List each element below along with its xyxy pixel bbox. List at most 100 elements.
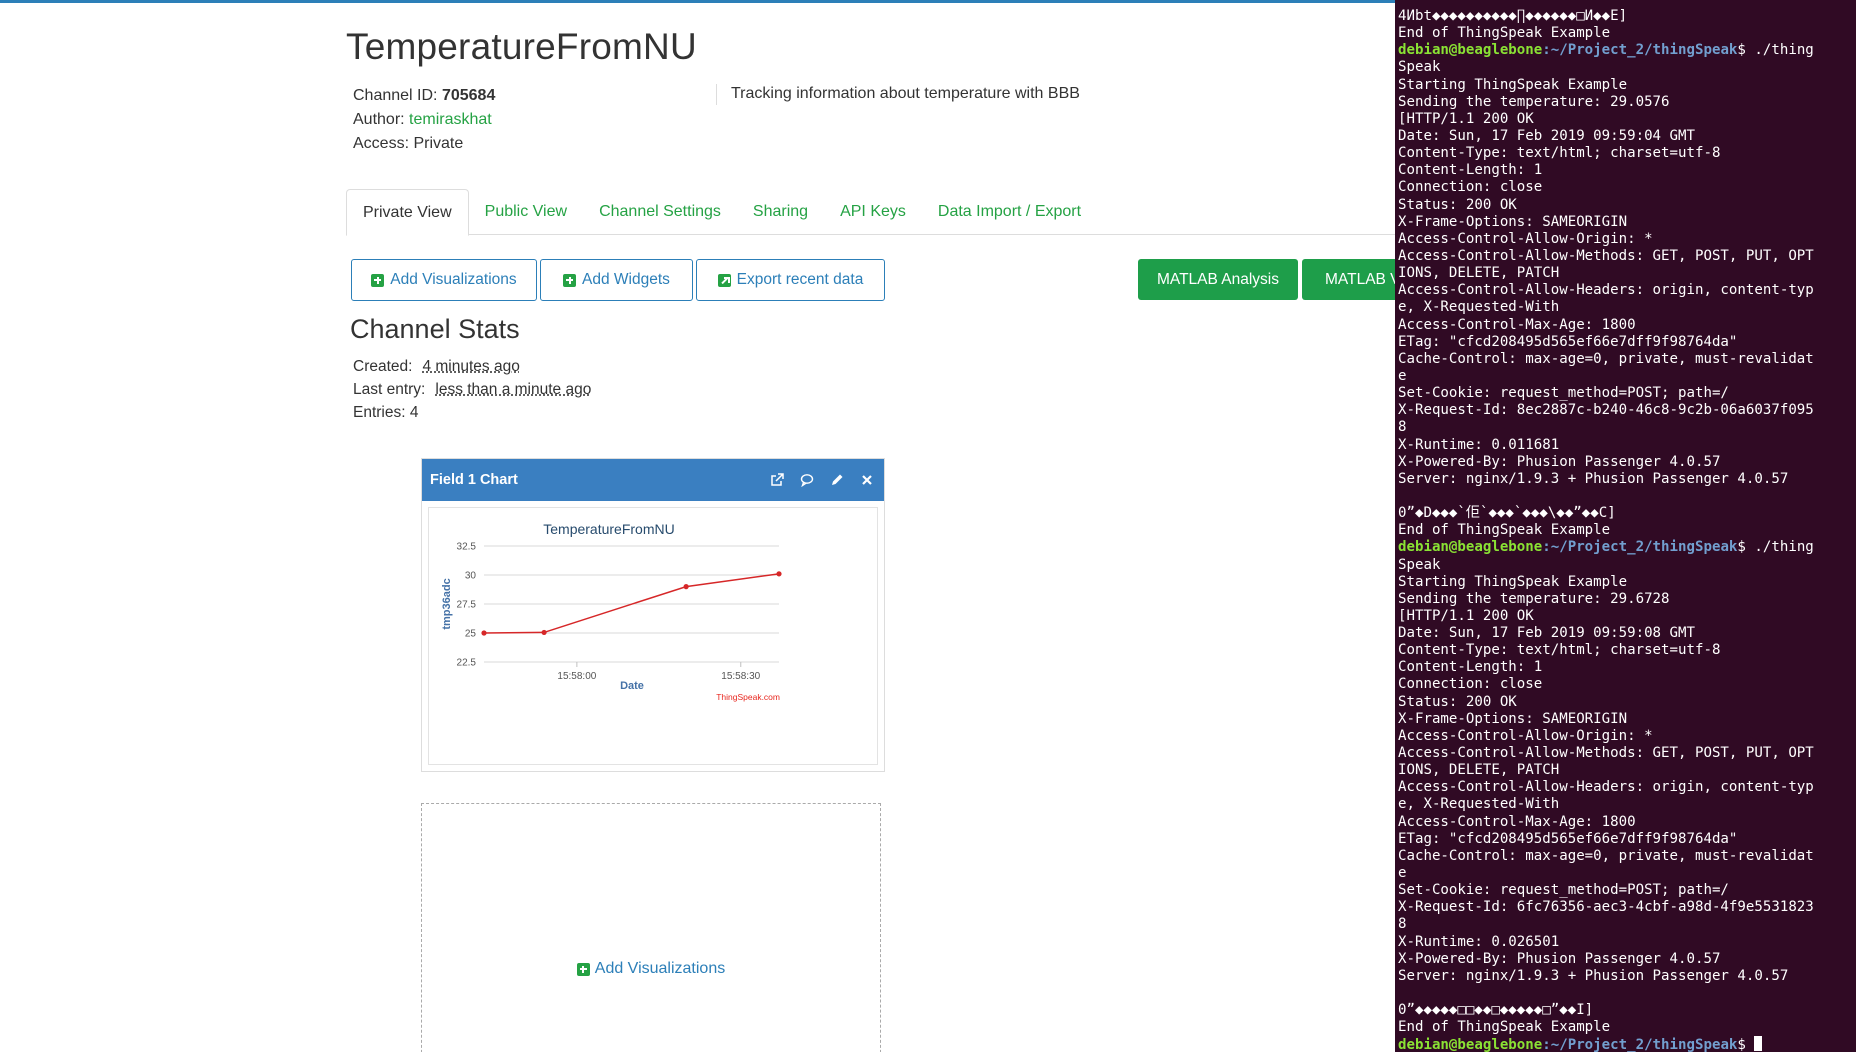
prompt-command: $ (1737, 1037, 1755, 1052)
terminal-line: 0ˮ◆◆◆◆◆□□◆◆□◆◆◆◆◆□ˮ◆◆I] (1398, 1002, 1594, 1019)
pencil-icon[interactable] (828, 471, 846, 489)
terminal-line: e, X-Requested-With (1398, 299, 1560, 316)
close-icon[interactable] (858, 471, 876, 489)
terminal-line: Content-Length: 1 (1398, 659, 1543, 676)
terminal-line: Content-Length: 1 (1398, 162, 1543, 179)
terminal-cursor (1754, 1036, 1763, 1052)
author-label: Author: (353, 111, 405, 128)
prompt-command: $ ./thing (1737, 539, 1814, 556)
terminal-line: Status: 200 OK (1398, 693, 1517, 710)
terminal-line: End of ThingSpeak Example (1398, 1019, 1611, 1036)
terminal-line: Access-Control-Max-Age: 1800 (1398, 813, 1636, 830)
terminal-prompt-line: debian@beaglebone:~/Project_2/thingSpeak… (1398, 42, 1814, 59)
terminal-line: Starting ThingSpeak Example (1398, 76, 1628, 93)
terminal-line: Access-Control-Allow-Methods: GET, POST,… (1398, 247, 1814, 264)
widget-header: Field 1 Chart (422, 459, 884, 501)
terminal-line: Speak (1398, 59, 1441, 76)
comment-icon[interactable] (798, 471, 816, 489)
terminal-line: ETag: "cfcd208495d565ef66e7dff9f98764da" (1398, 830, 1738, 847)
y-tick-label: 27.5 (457, 600, 477, 611)
stat-last-entry-label: Last entry: (353, 381, 426, 398)
data-point (481, 630, 487, 636)
tab-public-view[interactable]: Public View (469, 189, 583, 235)
export-recent-data-label: Export recent data (736, 271, 864, 288)
terminal-prompt-line: debian@beaglebone:~/Project_2/thingSpeak… (1398, 1036, 1814, 1052)
export-icon (717, 273, 731, 287)
y-axis-label: tmp36adc (441, 578, 453, 629)
terminal-line: Starting ThingSpeak Example (1398, 573, 1628, 590)
author-link[interactable]: temiraskhat (409, 111, 492, 128)
terminal-line: Access-Control-Allow-Headers: origin, co… (1398, 779, 1814, 796)
tab-data-import-export[interactable]: Data Import / Export (922, 189, 1097, 235)
terminal-line: X-Request-Id: 6fc76356-aec3-4cbf-a98d-4f… (1398, 899, 1814, 916)
channel-id-label: Channel ID: (353, 87, 438, 104)
top-accent-bar (0, 0, 1400, 3)
terminal-line: X-Runtime: 0.011681 (1398, 436, 1560, 453)
widget-title: Field 1 Chart (430, 472, 518, 488)
terminal-line: [HTTP/1.1 200 OK (1398, 110, 1534, 127)
prompt-command: $ ./thing (1737, 42, 1814, 59)
data-point (776, 571, 782, 577)
terminal-output: 4Иbt◆◆◆◆◆◆◆◆◆◆∏◆◆◆◆◆◆□И◆◆E] End of ThingS… (1398, 8, 1814, 1052)
terminal-line: Sending the temperature: 29.6728 (1398, 590, 1670, 607)
terminal-line: X-Powered-By: Phusion Passenger 4.0.57 (1398, 950, 1721, 967)
author-row: Author: temiraskhat (353, 108, 495, 132)
tab-private-view[interactable]: Private View (346, 189, 469, 236)
data-point (541, 629, 547, 636)
terminal-line: Access-Control-Allow-Headers: origin, co… (1398, 282, 1814, 299)
tab-sharing[interactable]: Sharing (737, 189, 824, 235)
terminal-prompt-line: debian@beaglebone:~/Project_2/thingSpeak… (1398, 539, 1814, 556)
stat-created-value: 4 minutes ago (422, 358, 520, 375)
terminal-line: Server: nginx/1.9.3 + Phusion Passenger … (1398, 470, 1789, 487)
terminal-line: e, X-Requested-With (1398, 796, 1560, 813)
matlab-analysis-button[interactable]: MATLAB Analysis (1138, 259, 1298, 300)
plus-icon (576, 962, 590, 976)
terminal-line: Speak (1398, 556, 1441, 573)
terminal-line: 0ˮ◆D◆◆◆`佢`◆◆◆`◆◆◆\◆◆ˮ◆◆C] (1398, 505, 1616, 522)
y-tick-label: 25 (465, 629, 477, 640)
terminal-line: Connection: close (1398, 676, 1543, 693)
plus-icon (371, 273, 385, 287)
terminal-line: Status: 200 OK (1398, 196, 1517, 213)
channel-description: Tracking information about temperature w… (731, 85, 1080, 102)
terminal-line: Access-Control-Allow-Origin: * (1398, 230, 1653, 247)
terminal-line: X-Frame-Options: SAMEORIGIN (1398, 213, 1628, 230)
terminal-line: Access-Control-Max-Age: 1800 (1398, 316, 1636, 333)
plus-icon (563, 273, 577, 287)
terminal-line: Date: Sun, 17 Feb 2019 09:59:08 GMT (1398, 625, 1695, 642)
add-visualizations-button[interactable]: Add Visualizations (351, 259, 537, 301)
chart-title: TemperatureFromNU (543, 521, 674, 537)
export-recent-data-button[interactable]: Export recent data (696, 259, 885, 301)
terminal-line: Connection: close (1398, 179, 1543, 196)
access-label: Access: (353, 135, 410, 152)
external-link-icon[interactable] (768, 471, 786, 489)
chart-frame: TemperatureFromNU 22.5 25 27.5 30 32.5 15:58:0… (428, 507, 878, 765)
terminal-line: Cache-Control: max-age=0, private, must-… (1398, 847, 1814, 864)
access-value: Private (413, 135, 464, 152)
channel-id-value: 705684 (441, 87, 496, 104)
terminal-line: ETag: "cfcd208495d565ef66e7dff9f98764da" (1398, 333, 1738, 350)
channel-meta: Channel ID: 705684 Author: temiraskhat A… (353, 84, 495, 156)
empty-visualization-slot: Add Visualizations (421, 803, 881, 1052)
widget-toolbar (768, 471, 876, 489)
prompt-path: :~/Project_2/thingSpeak (1542, 1037, 1738, 1052)
empty-add-visualizations-link[interactable]: Add Visualizations (422, 960, 880, 978)
tab-channel-settings[interactable]: Channel Settings (583, 189, 737, 235)
field-1-chart-widget: Field 1 Chart TemperatureFromNU 22.5 25 27.… (421, 458, 885, 772)
stat-created: Created: 4 minutes ago (353, 358, 520, 376)
prompt-user: debian@beaglebone (1398, 1037, 1543, 1052)
terminal-line: Cache-Control: max-age=0, private, must-… (1398, 350, 1814, 367)
add-widgets-button[interactable]: Add Widgets (540, 259, 693, 301)
terminal-line: [HTTP/1.1 200 OK (1398, 607, 1534, 624)
x-tick-label: 15:58:00 (557, 671, 596, 682)
series-line (483, 573, 780, 634)
terminal-window[interactable]: 4Иbt◆◆◆◆◆◆◆◆◆◆∏◆◆◆◆◆◆□И◆◆E] End of ThingS… (1395, 0, 1856, 1052)
matlab-visualization-button[interactable]: MATLAB Visualization (1302, 259, 1400, 300)
y-tick-label: 30 (465, 571, 477, 582)
terminal-line: e (1398, 865, 1407, 882)
tab-api-keys[interactable]: API Keys (824, 189, 922, 235)
terminal-line: Set-Cookie: request_method=POST; path=/ (1398, 385, 1729, 402)
data-point (683, 584, 689, 590)
line-chart: TemperatureFromNU 22.5 25 27.5 30 32.5 15:58:0… (441, 521, 782, 702)
